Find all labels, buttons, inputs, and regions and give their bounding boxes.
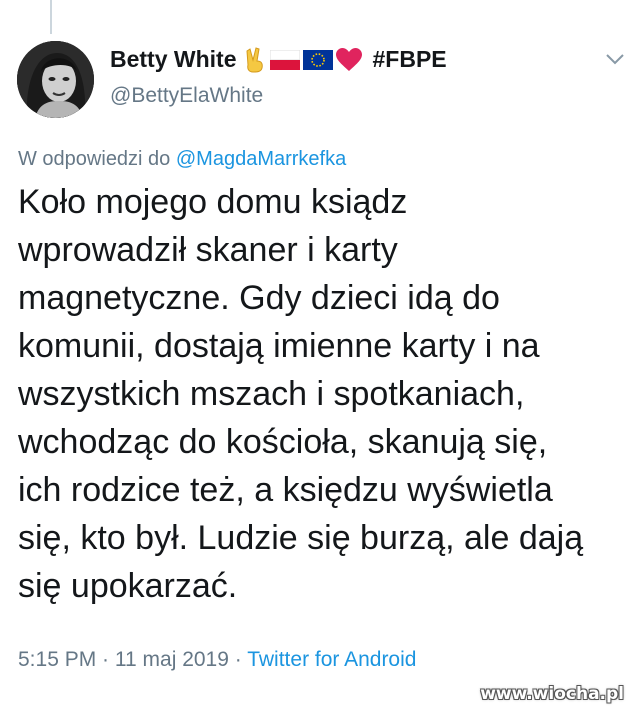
victory-hand-icon xyxy=(243,46,267,73)
eu-flag-icon xyxy=(302,49,333,70)
author-hashtag[interactable]: #FBPE xyxy=(373,46,447,73)
author-handle[interactable]: @BettyElaWhite xyxy=(110,84,263,108)
author-display-name[interactable]: Betty White xyxy=(110,46,237,73)
watermark: www.wiocha.pl xyxy=(480,684,624,704)
reply-mention-link[interactable]: @MagdaMarrkefka xyxy=(176,148,346,170)
author-name-row: Betty White #FBPE xyxy=(110,46,447,73)
tweet-text-line: ich rodzice też, a księdzu wyświetla xyxy=(18,471,553,509)
tweet-text-line: Koło mojego domu ksiądz xyxy=(18,183,408,221)
thread-connector-line xyxy=(50,0,52,34)
red-heart-icon xyxy=(335,47,362,72)
tweet-text-line: się, kto był. Ludzie się burzą, ale dają xyxy=(18,519,584,557)
reply-prefix: W odpowiedzi do xyxy=(18,148,176,170)
tweet-text-line: magnetyczne. Gdy dzieci idą do xyxy=(18,279,500,317)
meta-separator: · xyxy=(96,648,115,671)
tweet-text-line: się upokarzać. xyxy=(18,567,238,605)
chevron-down-icon[interactable] xyxy=(605,52,625,66)
reply-context: W odpowiedzi do @MagdaMarrkefka xyxy=(18,148,346,171)
tweet-text-line: wchodząc do kościoła, skanują się, xyxy=(18,423,548,461)
tweet-meta: 5:15 PM · 11 maj 2019 · Twitter for Andr… xyxy=(18,648,416,672)
tweet-text-line: wprowadził skaner i karty xyxy=(18,231,398,269)
tweet-source-link[interactable]: Twitter for Android xyxy=(247,648,416,671)
tweet-text: Koło mojego domu ksiądz wprowadził skane… xyxy=(18,178,618,610)
tweet-text-line: komunii, dostają imienne karty i na xyxy=(18,327,540,365)
name-emojis xyxy=(243,46,365,73)
tweet-text-line: wszystkich mszach i spotkaniach, xyxy=(18,375,525,413)
poland-flag-icon xyxy=(269,49,300,70)
meta-separator: · xyxy=(228,648,248,671)
avatar[interactable] xyxy=(17,41,94,118)
tweet-time[interactable]: 5:15 PM xyxy=(18,648,96,671)
tweet-date[interactable]: 11 maj 2019 xyxy=(115,648,229,671)
